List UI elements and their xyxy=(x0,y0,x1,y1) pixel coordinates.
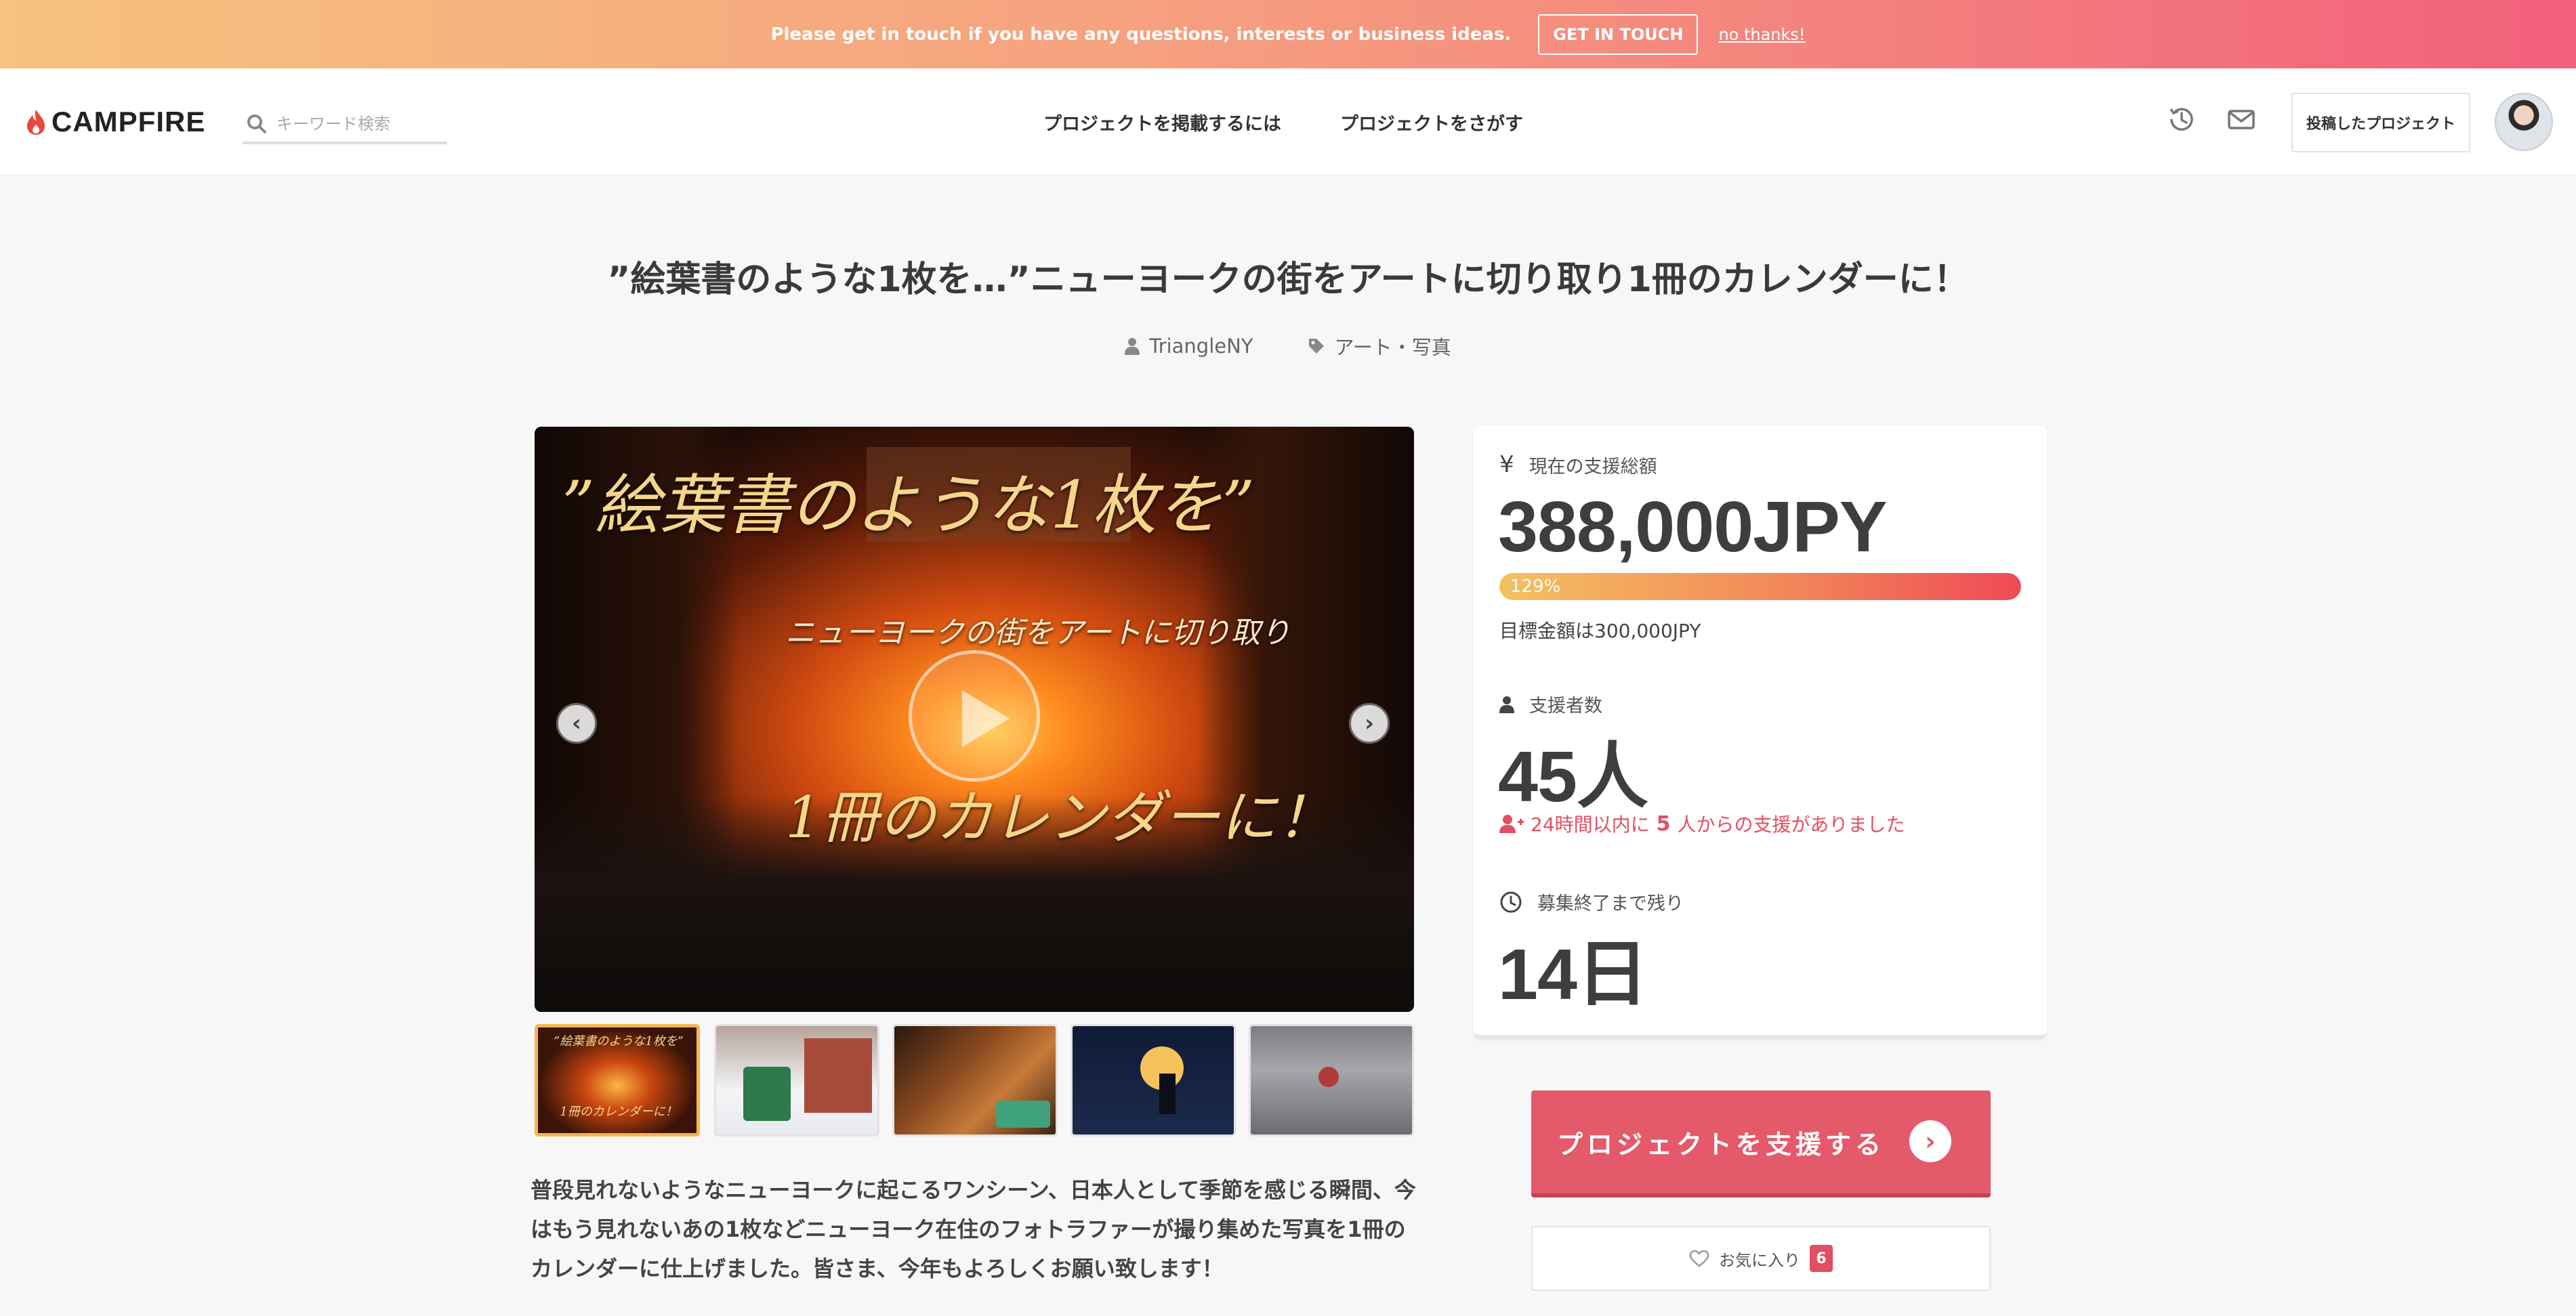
recent-supporters: 24時間以内に 5 人からの支援がありました xyxy=(1499,810,1905,837)
total-label: 現在の支援総額 xyxy=(1529,456,1657,477)
user-icon xyxy=(1499,696,1514,713)
media-caption-1: ”絵葉書のような1枚を” xyxy=(562,467,1255,543)
support-project-button[interactable]: プロジェクトを支援する › xyxy=(1531,1090,1991,1197)
supporters-label-row: 支援者数 xyxy=(1499,691,1602,717)
supporters-label: 支援者数 xyxy=(1529,696,1602,717)
chevron-right-icon: › xyxy=(1909,1120,1951,1162)
get-in-touch-button[interactable]: GET IN TOUCH xyxy=(1538,14,1699,55)
project-description: 普段見れないようなニューヨークに起こるワンシーン、日本人として季節を感じる瞬間、… xyxy=(531,1177,1416,1281)
user-plus-icon xyxy=(1499,815,1524,833)
clock-icon xyxy=(1500,891,1522,912)
search-box[interactable] xyxy=(243,106,447,144)
nav-find-project[interactable]: プロジェクトをさがす xyxy=(1340,109,1523,135)
mail-icon[interactable] xyxy=(2224,102,2258,136)
media-caption-2: ニューヨークの街をアートに切り取り xyxy=(785,616,1291,650)
site-header: CAMPFIRE プロジェクトを掲載するには プロジェクトをさがす 投稿したプロ… xyxy=(0,68,2576,175)
recent-count: 5 xyxy=(1656,811,1671,836)
supporters-count: 45人 xyxy=(1498,737,1648,817)
project-category[interactable]: アート・写真 xyxy=(1308,332,1451,360)
goal-amount: 目標金額は300,000JPY xyxy=(1499,620,1701,642)
category-name: アート・写真 xyxy=(1334,336,1451,359)
thumbnail-subcaption: 1冊のカレンダーに！ xyxy=(560,1105,678,1119)
campfire-logo[interactable]: CAMPFIRE xyxy=(26,105,205,139)
support-label: プロジェクトを支援する xyxy=(1557,1129,1886,1160)
owner-name: TriangleNY xyxy=(1149,335,1253,358)
media-caption-3: 1冊のカレンダーに！ xyxy=(785,784,1334,851)
thumbnail-5[interactable] xyxy=(1249,1024,1414,1137)
next-slide-button[interactable]: › xyxy=(1349,703,1390,744)
project-title: ”絵葉書のような1枚を…”ニューヨークの街をアートに切り取り1冊のカレンダーに！ xyxy=(607,259,1969,300)
thumbnail-4[interactable] xyxy=(1071,1024,1236,1137)
thumbnail-3[interactable] xyxy=(892,1024,1058,1137)
no-thanks-link[interactable]: no thanks! xyxy=(1718,25,1805,44)
funding-progress-fill: 129% xyxy=(1499,573,2021,600)
favorite-button[interactable]: お気に入り 6 xyxy=(1531,1226,1991,1291)
funding-stats-card: ¥ 現在の支援総額 388,000JPY 129% 目標金額は300,000JP… xyxy=(1474,425,2047,1039)
favorite-label: お気に入り xyxy=(1719,1250,1800,1270)
yen-icon: ¥ xyxy=(1499,451,1514,478)
days-remaining: 14日 xyxy=(1498,935,1648,1015)
remaining-label-row: 募集終了まで残り xyxy=(1499,889,1684,915)
thumbnail-2[interactable] xyxy=(714,1024,879,1137)
funding-progress-bar: 129% xyxy=(1499,573,2021,600)
recent-prefix: 24時間以内に xyxy=(1531,813,1650,836)
posted-projects-button[interactable]: 投稿したプロジェクト xyxy=(2291,93,2470,152)
banner-message: Please get in touch if you have any ques… xyxy=(770,24,1512,45)
nav-list-project[interactable]: プロジェクトを掲載するには xyxy=(1043,109,1281,135)
project-video[interactable]: ”絵葉書のような1枚を” ニューヨークの街をアートに切り取り 1冊のカレンダーに… xyxy=(535,427,1414,1012)
remaining-label: 募集終了まで残り xyxy=(1537,893,1684,914)
history-icon[interactable] xyxy=(2165,102,2199,136)
search-icon xyxy=(247,114,266,133)
thumbnail-caption: ”絵葉書のような1枚を” xyxy=(554,1034,684,1048)
user-icon xyxy=(1125,338,1140,355)
logo-text: CAMPFIRE xyxy=(51,106,206,137)
prev-slide-button[interactable]: ‹ xyxy=(556,703,597,744)
total-amount: 388,000JPY xyxy=(1498,487,1888,567)
project-owner[interactable]: TriangleNY xyxy=(1125,332,1253,360)
contact-banner: Please get in touch if you have any ques… xyxy=(0,0,2576,68)
heart-icon xyxy=(1689,1250,1709,1267)
flame-icon xyxy=(27,110,45,135)
tag-icon xyxy=(1308,339,1324,354)
project-meta: TriangleNY アート・写真 xyxy=(0,332,2576,360)
progress-percent: 129% xyxy=(1510,576,1561,597)
total-label-row: ¥ 現在の支援総額 xyxy=(1499,451,1657,478)
thumbnail-1[interactable]: ”絵葉書のような1枚を” 1冊のカレンダーに！ xyxy=(535,1024,700,1137)
user-avatar[interactable] xyxy=(2495,93,2553,151)
search-input[interactable] xyxy=(276,114,439,133)
favorite-count-badge: 6 xyxy=(1810,1245,1833,1272)
play-button[interactable] xyxy=(909,650,1040,782)
recent-suffix: 人からの支援がありました xyxy=(1677,813,1905,836)
